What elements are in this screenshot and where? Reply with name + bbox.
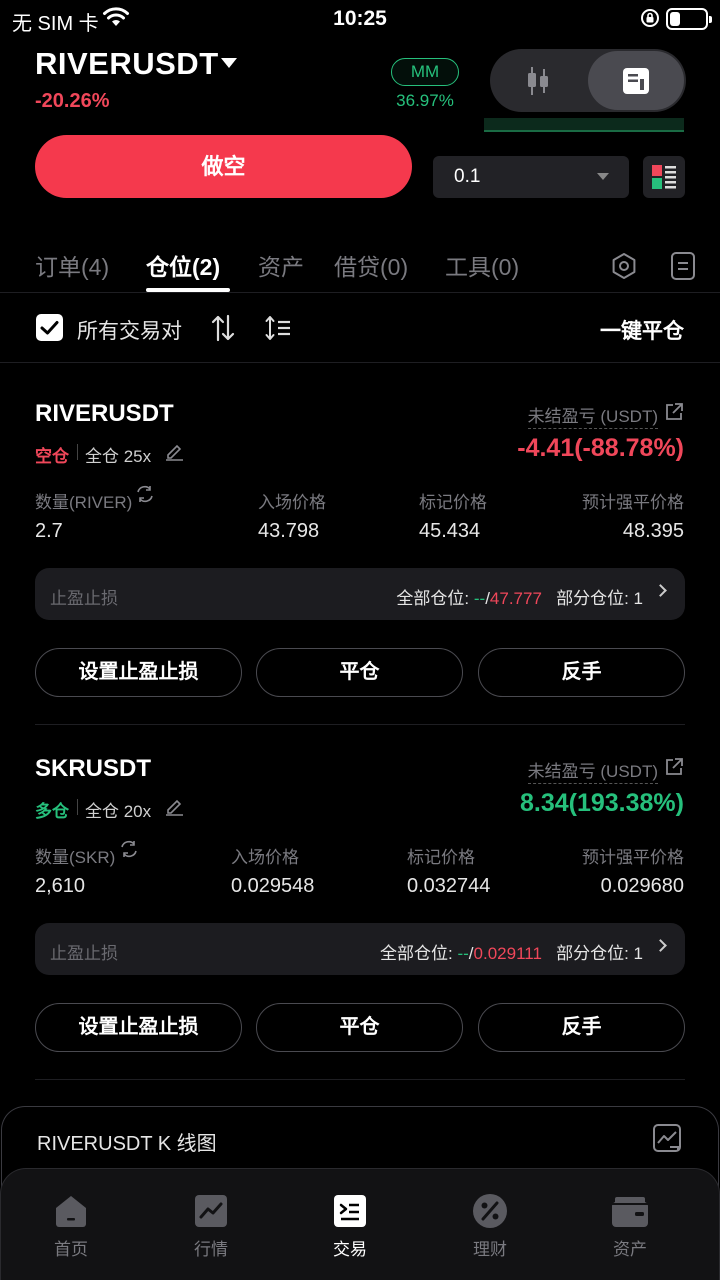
positions-tabs: 订单(4) 仓位(2) 资产 借贷(0) 工具(0) [0,240,720,293]
quantity-select[interactable]: 0.1 [433,156,629,198]
unrealized-pnl: -4.41(-88.78%) [517,434,684,462]
tab-positions[interactable]: 仓位(2) [146,248,220,282]
unrealized-pnl: 8.34(193.38%) [519,789,684,817]
mark-price-value: 45.434 [419,520,481,542]
position-symbol[interactable]: RIVERUSDT [35,400,174,428]
tab-tools[interactable]: 工具(0) [445,248,519,282]
entry-price-value: 0.029548 [231,875,315,897]
orderbook-layout-button[interactable] [643,156,685,198]
tpsl-label: 止盈止损 [50,944,118,963]
sort-icon[interactable] [210,314,236,342]
bottom-nav: 首页 行情 交易 理财 资产 [0,1168,720,1280]
liq-price-header: 预计强平价格 [582,848,684,867]
orderbook-layout-icon [652,165,676,189]
reverse-button[interactable]: 反手 [478,1003,685,1052]
orientation-lock-icon [641,9,659,27]
chevron-right-icon [654,939,667,952]
mark-price-header: 标记价格 [407,848,475,867]
tab-underline [146,288,230,292]
tpsl-row[interactable]: 止盈止损 全部仓位: --/47.777 部分仓位: 1 [35,568,685,620]
nav-markets[interactable]: 行情 [161,1193,261,1260]
kline-sheet-title[interactable]: RIVERUSDT K 线图 [37,1127,217,1156]
swap-icon[interactable] [120,840,138,858]
close-all-button[interactable]: 一键平仓 [600,315,684,345]
set-tpsl-button[interactable]: 设置止盈止损 [35,648,242,697]
caret-down-icon [597,173,609,180]
share-icon[interactable] [664,757,684,777]
filter-row: 所有交易对 一键平仓 [0,294,720,363]
tpsl-label: 止盈止损 [50,589,118,608]
trade-icon [334,1195,366,1227]
close-position-button[interactable]: 平仓 [256,1003,463,1052]
price-change: -20.26% [35,90,110,112]
margin-mode[interactable]: 全仓 25x [85,442,151,467]
swap-icon[interactable] [136,485,154,503]
sort-list-icon[interactable] [264,314,292,342]
all-pairs-checkbox[interactable] [36,314,63,341]
tpsl-row[interactable]: 止盈止损 全部仓位: --/0.029111 部分仓位: 1 [35,923,685,975]
edit-icon[interactable] [164,796,184,816]
history-icon[interactable] [670,251,696,281]
set-tpsl-button[interactable]: 设置止盈止损 [35,1003,242,1052]
mm-value: 36.97% [396,91,454,110]
close-position-button[interactable]: 平仓 [256,648,463,697]
side-badge: 空仓 [35,447,69,466]
pnl-label[interactable]: 未结盈亏 (USDT) [527,757,658,784]
quantity-value: 2,610 [35,875,86,897]
edit-icon[interactable] [164,441,184,461]
chevron-right-icon [654,584,667,597]
check-icon [40,321,59,335]
wallet-icon [612,1197,648,1227]
home-icon [56,1196,86,1227]
nav-trade[interactable]: 交易 [300,1193,400,1260]
symbol-selector[interactable]: RIVERUSDT [35,46,219,82]
chart-expand-icon[interactable] [652,1123,682,1153]
position-symbol[interactable]: SKRUSDT [35,755,151,783]
nav-home[interactable]: 首页 [21,1193,121,1260]
tpsl-info: 全部仓位: --/47.777 部分仓位: 1 [396,589,643,608]
tab-assets[interactable]: 资产 [258,248,304,282]
battery-icon [666,8,712,30]
settings-icon[interactable] [610,252,638,280]
entry-price-header: 入场价格 [231,848,299,867]
percent-icon [473,1194,507,1228]
entry-price-header: 入场价格 [258,493,326,512]
order-panel-icon[interactable] [622,67,650,95]
short-button[interactable]: 做空 [35,135,412,198]
candlestick-icon[interactable] [524,65,552,97]
liq-price-header: 预计强平价格 [582,493,684,512]
clock: 10:25 [333,7,387,30]
nav-earn[interactable]: 理财 [440,1193,540,1260]
entry-price-value: 43.798 [258,520,320,542]
view-toggle[interactable] [490,49,686,112]
all-pairs-label[interactable]: 所有交易对 [77,315,182,345]
mark-price-value: 0.032744 [407,875,491,897]
quantity-header: 数量(SKR) [35,848,116,867]
liq-price-value: 0.029680 [600,875,684,897]
tpsl-info: 全部仓位: --/0.029111 部分仓位: 1 [380,944,643,963]
chart-icon [195,1195,227,1227]
quantity-value: 2.7 [35,520,63,542]
liq-price-value: 48.395 [622,520,684,542]
status-bar: 无 SIM 卡 10:25 [0,0,720,40]
caret-down-icon[interactable] [221,58,237,68]
share-icon[interactable] [664,402,684,422]
quantity-header: 数量(RIVER) [35,493,133,512]
tab-loans[interactable]: 借贷(0) [334,248,408,282]
mm-badge[interactable]: MM [391,58,459,86]
tab-orders[interactable]: 订单(4) [35,248,109,282]
side-badge: 多仓 [35,802,69,821]
nav-assets[interactable]: 资产 [580,1193,680,1260]
pnl-label[interactable]: 未结盈亏 (USDT) [527,402,658,429]
mark-price-header: 标记价格 [419,493,487,512]
margin-mode[interactable]: 全仓 20x [85,797,151,822]
orderbook-strip [436,118,684,132]
quantity-value: 0.1 [454,166,481,187]
reverse-button[interactable]: 反手 [478,648,685,697]
